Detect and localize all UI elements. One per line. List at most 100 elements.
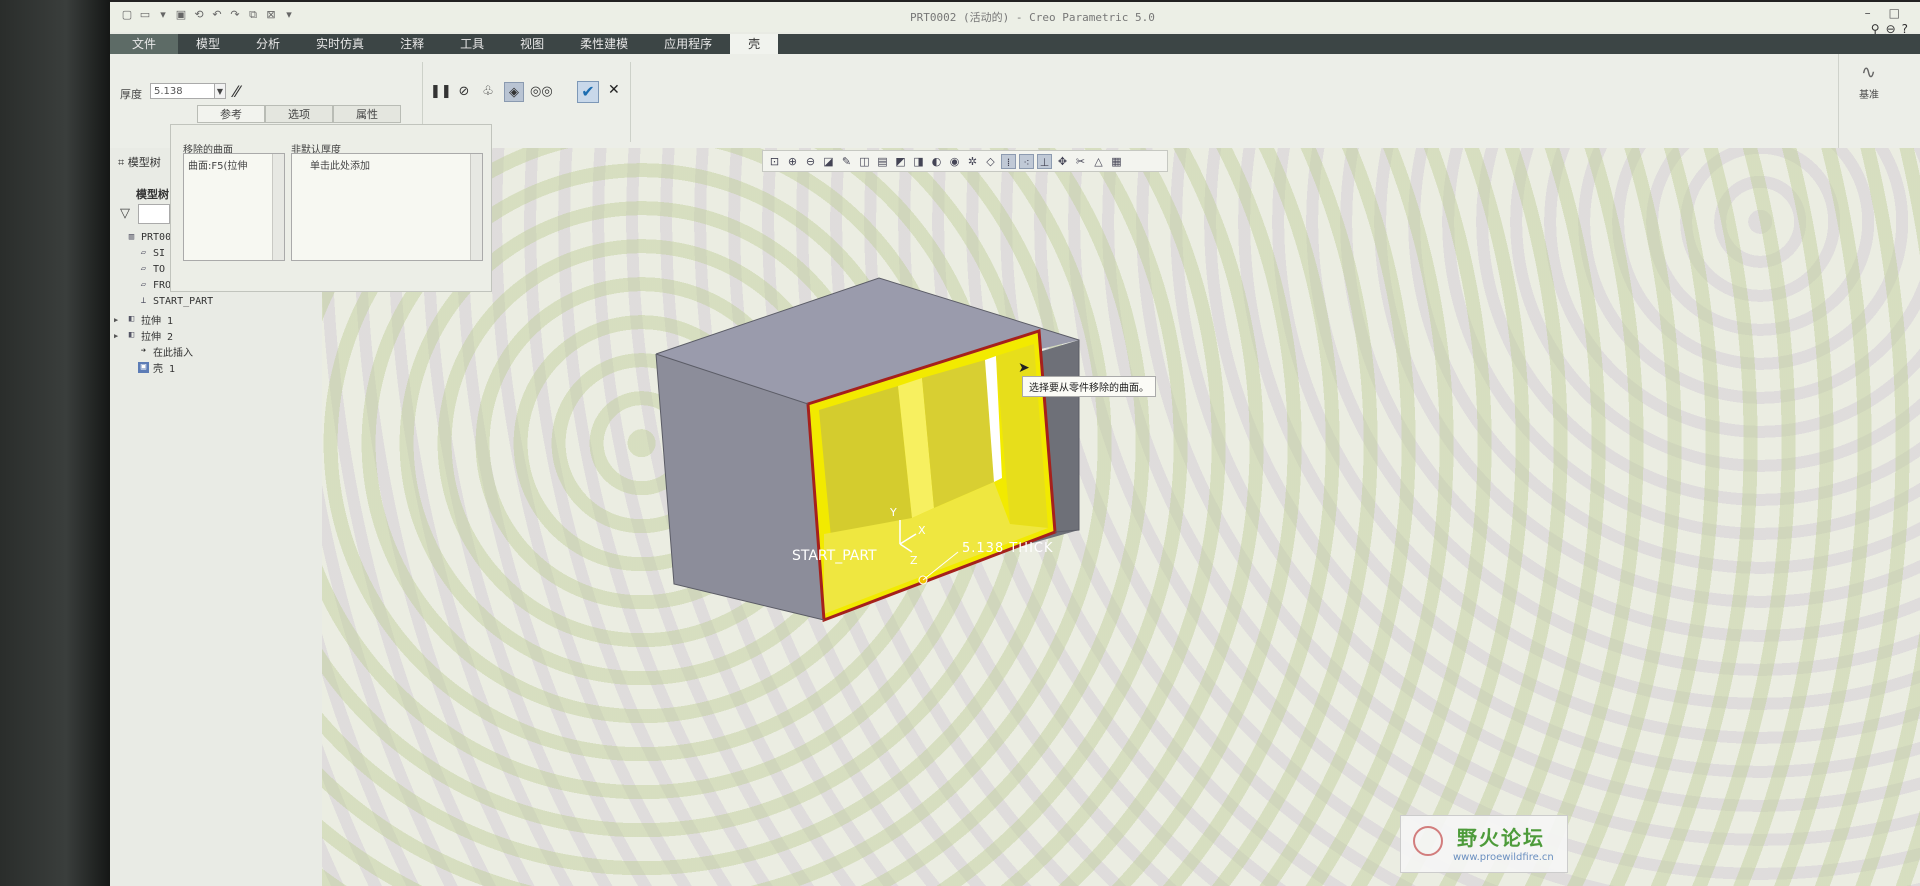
tab-applications[interactable]: 应用程序 [646, 34, 730, 54]
monitor-bezel-left [0, 0, 110, 886]
spin-center-icon[interactable]: ✎ [839, 154, 854, 169]
tab-view[interactable]: 视图 [502, 34, 562, 54]
perspective-icon[interactable]: ◨ [911, 154, 926, 169]
thickness-dimension-label[interactable]: 5.138 THICK [962, 541, 1054, 556]
tab-options[interactable]: 选项 [265, 105, 333, 123]
axis-y-label: Y [889, 506, 897, 519]
model-tree-tab[interactable]: 模型树 [136, 186, 169, 202]
tree-item-datum-plane[interactable]: ▱ TO [126, 264, 165, 275]
no-preview-icon[interactable]: ⊘ [454, 82, 474, 102]
expand-icon[interactable]: ▶ [114, 332, 122, 340]
undo-icon[interactable]: ↶ [210, 8, 224, 22]
window-icon[interactable]: ⧉ [246, 8, 260, 22]
tab-references[interactable]: 参考 [197, 105, 265, 123]
orient-icon[interactable]: ◐ [929, 154, 944, 169]
spin-center-display-icon[interactable]: ✥ [1055, 154, 1070, 169]
thickness-input[interactable]: 5.138 [150, 83, 220, 99]
creo-window: ▢ ▭ ▾ ▣ ⟲ ↶ ↷ ⧉ ⊠ ▾ PRT0002 (活动的) - Creo… [110, 2, 1920, 886]
tab-analysis[interactable]: 分析 [238, 34, 298, 54]
csys-display-icon[interactable]: ⊥ [1037, 153, 1052, 169]
filter-icon[interactable]: ▽ [120, 206, 130, 221]
tree-item-label: TO [153, 264, 166, 275]
tree-item-datum-plane[interactable]: ▱ SI [126, 248, 165, 259]
tree-search-input[interactable] [138, 204, 170, 224]
zoom-out-icon[interactable]: ⊖ [803, 154, 818, 169]
annotation-display-icon[interactable]: ✲ [965, 154, 980, 169]
extrude-icon: ◧ [128, 314, 135, 324]
partial-preview-icon[interactable]: ♧ [478, 82, 498, 102]
tree-item-label: 在此插入 [153, 348, 193, 359]
verify-mode-icon[interactable]: ◎◎ [530, 82, 553, 102]
flip-direction-icon[interactable]: ⁄⁄ [234, 82, 239, 101]
removed-surface-item[interactable]: 曲面:F5(拉伸 [188, 157, 247, 172]
csys-icon: ⊥ [140, 296, 147, 306]
selection-tooltip: 选择要从零件移除的曲面。 [1022, 376, 1156, 397]
shading-icon[interactable]: ◉ [947, 154, 962, 169]
close-window-icon[interactable]: ⊠ [264, 8, 278, 22]
minimize-icon[interactable]: – [1865, 6, 1871, 20]
maximize-icon[interactable]: □ [1889, 6, 1900, 20]
removed-surfaces-collector[interactable]: 曲面:F5(拉伸 [183, 153, 285, 261]
new-file-icon[interactable]: ▢ [120, 8, 134, 22]
tree-item-label: START_PART [153, 296, 214, 307]
repaint-icon[interactable]: ◪ [821, 154, 836, 169]
datum-plane-icon: ▱ [140, 264, 147, 274]
title-bar: ▢ ▭ ▾ ▣ ⟲ ↶ ↷ ⧉ ⊠ ▾ PRT0002 (活动的) - Creo… [110, 2, 1920, 36]
cancel-icon[interactable]: ✕ [608, 82, 620, 98]
forum-logo-icon [1413, 826, 1443, 856]
tab-file[interactable]: 文件 [110, 34, 179, 54]
tree-item-extrude[interactable]: ▶ ◧ 拉伸 2 [114, 328, 173, 343]
ok-check-icon[interactable]: ✔ [577, 81, 599, 103]
zoom-in-icon[interactable]: ⊕ [785, 154, 800, 169]
tree-item-csys[interactable]: ⊥ START_PART [126, 296, 213, 307]
window-controls: – □ [1865, 6, 1900, 20]
references-panel: 参考 选项 属性 移除的曲面 曲面:F5(拉伸 非默认厚度 单击此处添加 [170, 105, 492, 292]
qat-customize-icon[interactable]: ▾ [282, 8, 296, 22]
model-tree-header: ⌗ 模型树 [118, 154, 161, 170]
geometry-preview-icon[interactable]: ◈ [504, 82, 524, 102]
tab-tools[interactable]: 工具 [442, 34, 502, 54]
tree-item-extrude[interactable]: ▶ ◧ 拉伸 1 [114, 312, 173, 327]
display-style-icon[interactable]: ◩ [893, 154, 908, 169]
redo-icon[interactable]: ↷ [228, 8, 242, 22]
forum-watermark: 野火论坛 www.proewildfire.cn [1400, 815, 1568, 873]
nondefault-thickness-collector[interactable]: 单击此处添加 [291, 153, 483, 261]
axis-display-icon[interactable]: ⁞ [1001, 153, 1016, 169]
tab-model[interactable]: 模型 [178, 34, 238, 54]
plane-display-icon[interactable]: ◇ [983, 154, 998, 169]
pause-icon[interactable]: ❚❚ [430, 82, 452, 102]
part-model[interactable]: Y X Z START_PART 5.138 THICK [322, 148, 1920, 886]
panel-tabs: 参考 选项 属性 [197, 105, 401, 123]
tab-flexible-modeling[interactable]: 柔性建模 [562, 34, 646, 54]
open-file-icon[interactable]: ▭ [138, 8, 152, 22]
expand-icon[interactable]: ▶ [114, 316, 122, 324]
scrollbar[interactable] [470, 154, 482, 260]
click-to-add-item[interactable]: 单击此处添加 [310, 157, 370, 172]
tab-live-simulation[interactable]: 实时仿真 [298, 34, 382, 54]
tree-item-shell[interactable]: ▣ 壳 1 [126, 360, 175, 375]
saved-orientations-icon[interactable]: ◫ [857, 154, 872, 169]
refit-icon[interactable]: ⊡ [767, 154, 782, 169]
tab-shell[interactable]: 壳 [730, 34, 779, 54]
scrollbar[interactable] [272, 154, 284, 260]
graphics-window[interactable]: Y X Z START_PART 5.138 THICK ⊡ ⊕ ⊖ ◪ ✎ ◫… [322, 148, 1920, 886]
shell-icon: ▣ [138, 362, 149, 373]
view-icon[interactable]: ▦ [1109, 154, 1124, 169]
datum-group: ∿ 基准 [1838, 54, 1920, 148]
tree-item-label: 拉伸 2 [141, 332, 174, 343]
save-icon[interactable]: ▣ [174, 8, 188, 22]
open-dropdown-icon[interactable]: ▾ [156, 8, 170, 22]
point-display-icon[interactable]: ⁖ [1019, 153, 1034, 169]
thickness-dropdown[interactable]: ▼ [214, 83, 226, 99]
tab-properties[interactable]: 属性 [333, 105, 401, 123]
thickness-label: 厚度 [120, 88, 142, 101]
connector-icon[interactable]: ✂ [1073, 154, 1088, 169]
ribbon-tabs: 文件 模型 分析 实时仿真 注释 工具 视图 柔性建模 应用程序 壳 [110, 34, 1920, 54]
view-manager-icon[interactable]: ▤ [875, 154, 890, 169]
datum-group-label[interactable]: 基准 [1859, 86, 1879, 101]
datum-curve-icon[interactable]: ∿ [1861, 62, 1876, 83]
annotation-icon[interactable]: △ [1091, 154, 1106, 169]
tab-annotate[interactable]: 注释 [382, 34, 442, 54]
regenerate-icon[interactable]: ⟲ [192, 8, 206, 22]
tree-item-insert-here[interactable]: ➔ 在此插入 [126, 344, 193, 359]
